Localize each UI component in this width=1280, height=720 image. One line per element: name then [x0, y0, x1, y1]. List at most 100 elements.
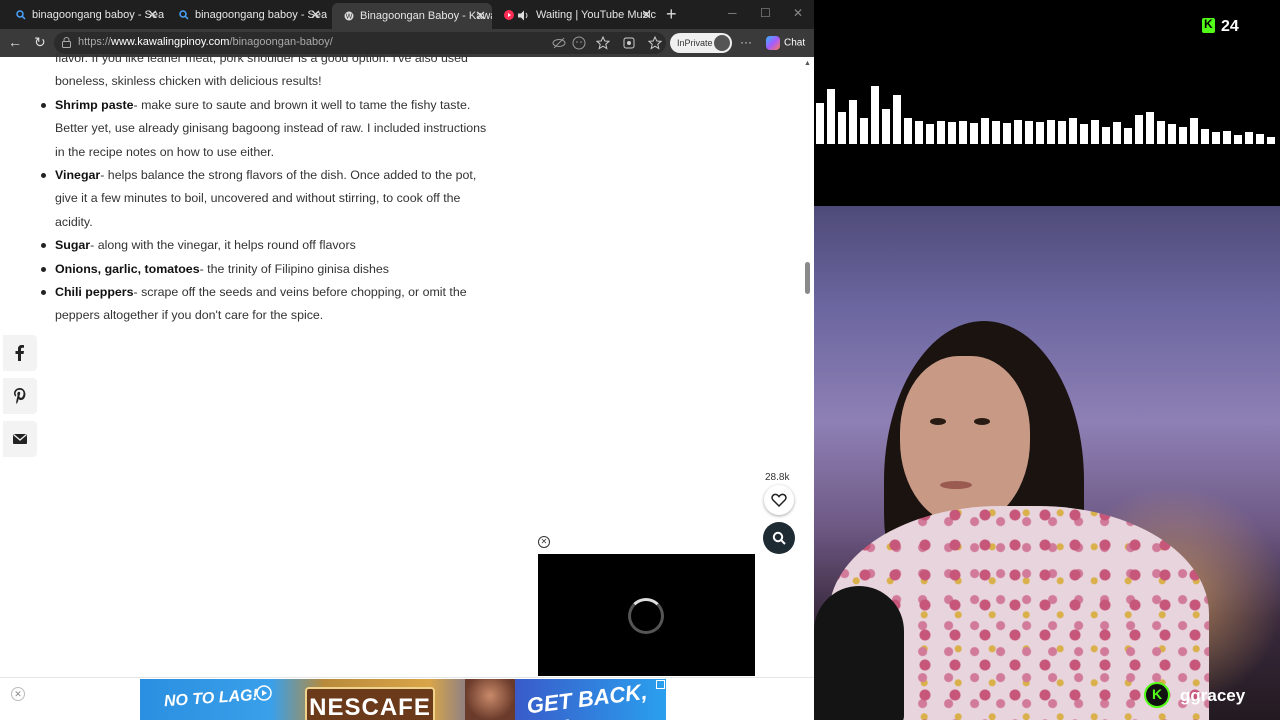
visualizer-bar	[1212, 132, 1220, 144]
kick-logo-icon	[1144, 682, 1170, 708]
site-favicon-icon: W	[344, 11, 354, 21]
visualizer-bar	[1223, 131, 1231, 144]
visualizer-bar	[816, 103, 824, 144]
adchoices-icon[interactable]	[656, 680, 665, 689]
visualizer-bar	[1267, 137, 1275, 144]
close-tab-icon[interactable]: ✕	[475, 3, 486, 29]
person-face	[900, 356, 1030, 526]
visualizer-bar	[915, 121, 923, 144]
like-button[interactable]	[764, 485, 794, 515]
visualizer-bar	[992, 121, 1000, 144]
favorite-star-icon[interactable]	[596, 36, 610, 50]
ad-banner-bar: ✕ NO TO LAG! NESCAFE GET BACK, ON!	[0, 677, 814, 720]
search-icon	[772, 531, 786, 545]
list-item-line: give it a few minutes to boil, uncovered…	[55, 191, 461, 205]
visualizer-bar	[1025, 121, 1033, 144]
close-tab-icon[interactable]: ✕	[310, 4, 321, 26]
visualizer-bar	[1190, 118, 1198, 144]
visualizer-bar	[959, 121, 967, 144]
scroll-up-icon[interactable]: ▲	[804, 60, 811, 67]
visualizer-bar	[1146, 112, 1154, 144]
visualizer-bar	[1014, 120, 1022, 144]
back-arrow-icon[interactable]: ←	[8, 34, 22, 50]
extensions-icon[interactable]	[622, 36, 636, 50]
audio-visualizer	[814, 86, 1280, 144]
visualizer-bar	[1245, 132, 1253, 144]
visualizer-bar	[871, 86, 879, 144]
emoji-icon[interactable]	[572, 36, 586, 50]
search-icon	[16, 10, 26, 20]
email-icon	[13, 434, 27, 444]
visualizer-bar	[1201, 129, 1209, 144]
visualizer-bar	[1168, 124, 1176, 144]
visualizer-bar	[1036, 122, 1044, 144]
more-menu-icon[interactable]: ···	[740, 35, 752, 49]
list-item-line: peppers altogether if you don't care for…	[55, 308, 324, 322]
share-facebook-button[interactable]	[3, 335, 37, 371]
refresh-icon[interactable]: ↻	[34, 34, 46, 51]
video-close-icon[interactable]: ✕	[538, 536, 550, 548]
share-pinterest-button[interactable]	[3, 378, 37, 414]
ad-banner[interactable]: NO TO LAG! NESCAFE GET BACK, ON!	[140, 679, 666, 720]
new-tab-button[interactable]: +	[666, 4, 677, 24]
youtube-music-icon	[504, 10, 514, 20]
video-player[interactable]	[538, 554, 755, 676]
visualizer-bar	[981, 118, 989, 144]
search-button[interactable]	[763, 522, 795, 554]
scrollbar-thumb[interactable]	[805, 262, 810, 294]
avatar	[714, 35, 730, 51]
close-window-icon[interactable]: ✕	[793, 6, 803, 20]
visualizer-bar	[1124, 128, 1132, 144]
list-item: Shrimp paste- make sure to saute and bro…	[41, 94, 470, 118]
visualizer-bar	[1102, 127, 1110, 144]
search-icon	[179, 10, 189, 20]
visualizer-bar	[1069, 118, 1077, 144]
webcam-feed	[814, 206, 1280, 720]
visualizer-bar	[1058, 121, 1066, 144]
list-item-line: Better yet, use already ginisang bagoong…	[55, 121, 487, 135]
play-icon	[256, 685, 272, 701]
list-item: Onions, garlic, tomatoes- the trinity of…	[41, 258, 389, 282]
facebook-icon	[15, 345, 24, 361]
maximize-icon[interactable]: ☐	[760, 6, 771, 20]
tab-title: binagoongang baboy - Search	[195, 9, 327, 21]
tracking-prevention-icon[interactable]	[552, 36, 566, 50]
copilot-chat-button[interactable]: Chat	[766, 36, 805, 50]
visualizer-bar	[838, 112, 846, 144]
visualizer-bar	[1080, 124, 1088, 144]
browser-window: binagoongang baboy - Search ✕ binagoonga…	[0, 0, 814, 720]
share-email-button[interactable]	[3, 421, 37, 457]
ad-close-icon[interactable]: ✕	[11, 687, 25, 701]
tab-title: Waiting | YouTube Music	[536, 9, 657, 21]
scrollbar[interactable]	[803, 57, 814, 677]
list-item-line: acidity.	[55, 215, 93, 229]
favorites-icon[interactable]	[648, 36, 662, 50]
tab-youtube-music[interactable]: Waiting | YouTube Music ✕	[492, 4, 658, 26]
close-tab-icon[interactable]: ✕	[641, 4, 652, 26]
speaker-icon[interactable]	[518, 10, 530, 21]
tab-kawaling[interactable]: W Binagoongan Baboy - Kawaling ✕	[332, 3, 492, 29]
tab-search-2[interactable]: binagoongang baboy - Search ✕	[167, 4, 327, 26]
visualizer-bar	[860, 118, 868, 144]
visualizer-bar	[1179, 127, 1187, 144]
list-item-line: in the recipe notes on how to use either…	[55, 145, 275, 159]
visualizer-bar	[827, 89, 835, 144]
tab-search-1[interactable]: binagoongang baboy - Search ✕	[4, 4, 164, 26]
copilot-icon	[766, 36, 780, 50]
list-item: Vinegar- helps balance the strong flavor…	[41, 164, 476, 188]
visualizer-bar	[1003, 123, 1011, 144]
streamer-name-badge: ggracey	[1144, 682, 1245, 708]
list-item: Sugar- along with the vinegar, it helps …	[41, 234, 356, 258]
minimize-icon[interactable]: ─	[728, 6, 737, 20]
person-eye	[974, 418, 990, 425]
visualizer-bar	[1047, 120, 1055, 144]
visualizer-bar	[1256, 134, 1264, 144]
stream-overlay: 24 ggracey	[814, 0, 1280, 720]
inprivate-badge[interactable]: InPrivate	[670, 33, 732, 53]
pinterest-icon	[14, 388, 26, 404]
close-tab-icon[interactable]: ✕	[147, 4, 158, 26]
visualizer-bar	[937, 121, 945, 144]
like-count: 28.8k	[765, 472, 790, 483]
visualizer-bar	[1157, 121, 1165, 144]
microphone	[814, 586, 904, 720]
